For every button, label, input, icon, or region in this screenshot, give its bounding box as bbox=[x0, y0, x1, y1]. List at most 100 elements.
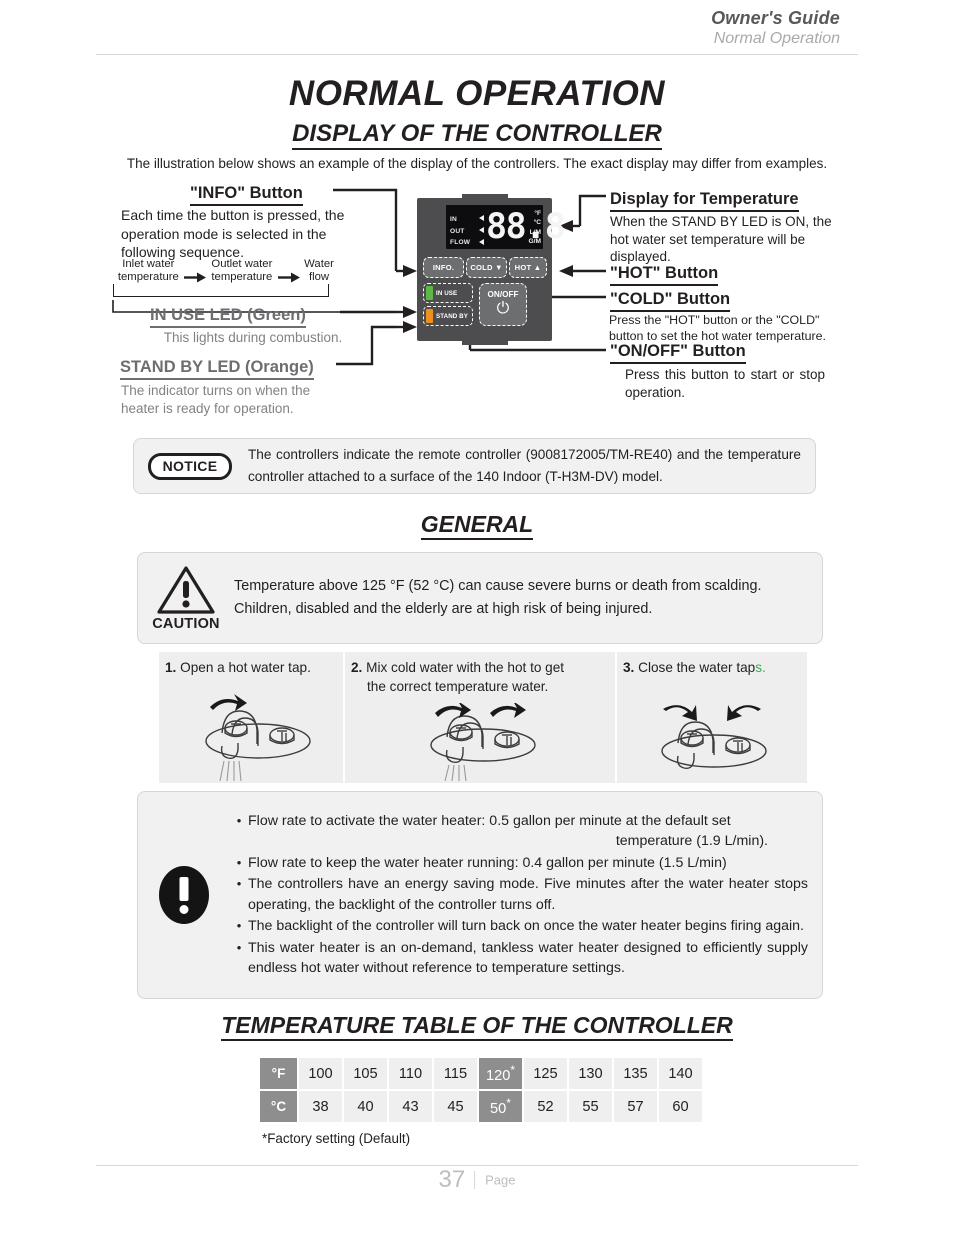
lcd-display: IN OUT FLOW 88.8 °F °C L/M G/M bbox=[446, 205, 566, 252]
default-c-star: * bbox=[506, 1096, 511, 1111]
caution-box: CAUTION Temperature above 125 °F (52 °C)… bbox=[137, 552, 823, 644]
sequence-loop-back bbox=[113, 283, 338, 297]
default-c-value: 50 bbox=[490, 1100, 507, 1117]
led-chip-orange-icon bbox=[426, 309, 433, 323]
table-row: °F 100 105 110 115 120* 125 130 135 140 bbox=[260, 1058, 702, 1089]
onoff-button[interactable]: ON/OFF ⏻ bbox=[479, 283, 527, 326]
temperature-table-note: *Factory setting (Default) bbox=[262, 1131, 411, 1146]
stand-by-led-heading-text: STAND BY LED (Orange) bbox=[120, 358, 314, 380]
page-title: NORMAL OPERATION bbox=[288, 74, 666, 113]
annotation-stand-by-led-heading: STAND BY LED (Orange) bbox=[120, 358, 314, 380]
annotation-hot-cold-body: Press the "HOT" button or the "COLD" but… bbox=[609, 313, 826, 343]
triangle-icon bbox=[479, 239, 484, 246]
step-panel-2: 2. Mix cold water with the hot to get th… bbox=[345, 652, 615, 783]
rotate-arrow-icon bbox=[726, 705, 761, 721]
owners-guide-title: Owner's Guide bbox=[711, 8, 840, 28]
rotate-arrow-icon bbox=[662, 705, 697, 721]
intro-paragraph: The illustration below shows an example … bbox=[126, 156, 828, 171]
cold-button[interactable]: COLD ▼ bbox=[466, 257, 507, 278]
in-use-led-label: IN USE bbox=[436, 289, 458, 297]
stand-by-led-indicator: STAND BY bbox=[423, 306, 473, 326]
faucet-illustration-3 bbox=[617, 703, 807, 781]
default-f-star: * bbox=[510, 1063, 516, 1078]
info-note-0: Flow rate to activate the water heater: … bbox=[248, 811, 808, 852]
hot-button[interactable]: HOT ▲ bbox=[509, 257, 547, 278]
notice-box: NOTICE The controllers indicate the remo… bbox=[133, 438, 816, 494]
table-header-celsius: °C bbox=[260, 1091, 297, 1122]
lcd-unit-gpm: G/M bbox=[528, 238, 541, 246]
step-1-text: 1. Open a hot water tap. bbox=[159, 652, 343, 677]
stand-by-led-label: STAND BY bbox=[436, 312, 468, 320]
arrow-right-icon bbox=[183, 258, 206, 284]
step-2-label-line2: the correct temperature water. bbox=[367, 679, 549, 694]
bullet-icon: • bbox=[236, 854, 242, 870]
step-3-label-suffix: s. bbox=[755, 660, 766, 675]
annotation-in-use-led-heading: IN USE LED (Green) bbox=[150, 306, 306, 328]
table-cell-default-fahrenheit: 120* bbox=[479, 1058, 522, 1089]
caution-line-1: Temperature above 125 °F (52 °C) can cau… bbox=[234, 578, 762, 594]
exclamation-circle-icon bbox=[159, 866, 209, 924]
annotation-info-button-heading: "INFO" Button bbox=[190, 184, 303, 206]
info-note-2: The controllers have an energy saving mo… bbox=[248, 876, 808, 913]
info-notes-list: • Flow rate to activate the water heater… bbox=[230, 811, 822, 980]
info-note-0-line1: Flow rate to activate the water heater: … bbox=[248, 812, 731, 829]
notice-text: The controllers indicate the remote cont… bbox=[248, 447, 801, 484]
display-temperature-heading-text: Display for Temperature bbox=[610, 190, 799, 212]
list-item: • This water heater is an on-demand, tan… bbox=[230, 938, 808, 979]
table-cell-default-celsius: 50* bbox=[479, 1091, 522, 1122]
footer-page-word: Page bbox=[485, 1172, 516, 1188]
rotate-arrow-icon bbox=[490, 703, 526, 718]
warning-triangle-icon bbox=[157, 565, 215, 614]
lcd-unit-celsius: °C bbox=[533, 219, 541, 227]
table-cell: 115 bbox=[434, 1058, 477, 1089]
table-cell: 57 bbox=[614, 1091, 657, 1122]
lcd-mode-labels: IN OUT FLOW bbox=[450, 214, 476, 249]
page-footer: 37 Page bbox=[0, 1166, 954, 1194]
info-sequence-row: Inlet water temperature Outlet water tem… bbox=[113, 258, 338, 284]
cold-button-heading-text: "COLD" Button bbox=[610, 290, 731, 312]
info-button[interactable]: INFO. bbox=[423, 257, 464, 278]
table-cell: 55 bbox=[569, 1091, 612, 1122]
bullet-icon: • bbox=[236, 918, 242, 933]
info-exclamation-icon-group bbox=[138, 866, 230, 924]
step-2-number: 2. bbox=[351, 660, 363, 675]
step-panel-1: 1. Open a hot water tap. bbox=[159, 652, 343, 783]
table-cell: 40 bbox=[344, 1091, 387, 1122]
power-icon: ⏻ bbox=[496, 300, 510, 317]
sequence-step-inlet: Inlet water temperature bbox=[117, 258, 179, 283]
faucet-illustration-1 bbox=[159, 689, 343, 781]
annotation-stand-by-led-body: The indicator turns on when the heater i… bbox=[121, 383, 311, 416]
annotation-in-use-led-body: This lights during combustion. bbox=[163, 330, 343, 345]
annotation-onoff-button-heading: "ON/OFF" Button bbox=[610, 342, 746, 364]
caution-line-2: Children, disabled and the elderly are a… bbox=[234, 601, 653, 617]
table-cell: 43 bbox=[389, 1091, 432, 1122]
faucet-illustration-2 bbox=[345, 703, 615, 781]
info-note-0-line2: temperature (1.9 L/min). bbox=[615, 833, 768, 849]
section-title-display-controller: DISPLAY OF THE CONTROLLER bbox=[0, 120, 954, 150]
table-cell: 135 bbox=[614, 1058, 657, 1089]
caution-text-group: Temperature above 125 °F (52 °C) can cau… bbox=[234, 575, 761, 621]
onoff-button-label: ON/OFF bbox=[487, 290, 519, 299]
rotate-arrow-icon bbox=[210, 694, 247, 711]
annotation-onoff-button-body: Press this button to start or stop opera… bbox=[625, 367, 825, 400]
lcd-unit-labels: °F °C L/M G/M bbox=[529, 209, 541, 247]
step-2-label: Mix cold water with the hot to get bbox=[366, 660, 565, 675]
lcd-mode-indicator-arrows bbox=[479, 215, 484, 252]
page-header: Owner's Guide Normal Operation bbox=[711, 8, 840, 48]
controller-button-row: INFO. COLD ▼ HOT ▲ bbox=[423, 257, 547, 278]
panel-bottom-notch bbox=[462, 341, 508, 345]
table-cell: 140 bbox=[659, 1058, 702, 1089]
list-item: • Flow rate to keep the water heater run… bbox=[230, 853, 808, 874]
footer-page-number: 37 bbox=[438, 1166, 466, 1193]
list-item: • The controllers have an energy saving … bbox=[230, 874, 808, 915]
steps-strip: 1. Open a hot water tap. 2. Mix cold wat… bbox=[159, 652, 807, 783]
table-cell: 45 bbox=[434, 1091, 477, 1122]
lcd-label-flow: FLOW bbox=[450, 239, 471, 247]
table-cell: 38 bbox=[299, 1091, 342, 1122]
step-panel-3: 3. Close the water taps. bbox=[617, 652, 807, 783]
list-item: • The backlight of the controller will t… bbox=[230, 916, 808, 937]
caution-icon-group: CAUTION bbox=[138, 565, 234, 632]
default-f-value: 120 bbox=[485, 1067, 511, 1084]
annotation-display-temperature-heading: Display for Temperature bbox=[610, 190, 799, 212]
in-use-led-heading-text: IN USE LED (Green) bbox=[150, 306, 306, 328]
